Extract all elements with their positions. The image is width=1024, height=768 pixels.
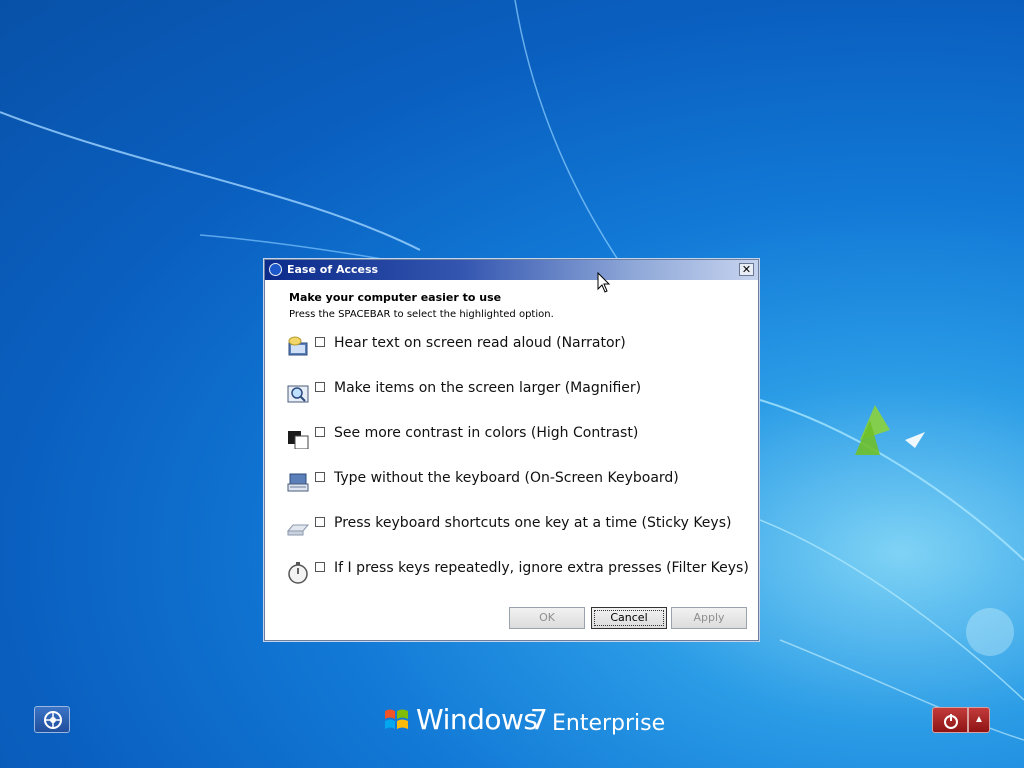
ok-button[interactable]: OK [509,607,585,629]
option-sticky-keys[interactable]: Press keyboard shortcuts one key at a ti… [287,515,747,551]
arrow-up-icon: ▲ [974,714,984,725]
power-icon [944,714,958,729]
shutdown-options-button[interactable]: ▲ [968,707,990,733]
sticky-keys-icon [287,524,309,536]
windows-flag-icon [385,709,408,729]
shutdown-button[interactable] [932,707,968,733]
ease-of-access-button[interactable] [34,706,70,733]
high-contrast-icon [288,431,309,449]
ease-of-access-icon [44,711,62,729]
windows-edition-text: Enterprise [552,711,666,736]
option-on-screen-keyboard[interactable]: Type without the keyboard (On-Screen Key… [287,470,747,506]
ease-of-access-icon [269,263,282,276]
option-label: Make items on the screen larger (Magnifi… [334,380,642,396]
ease-of-access-dialog: Ease of Access ✕ Make your computer easi… [264,259,759,641]
window-title: Ease of Access [287,263,379,276]
option-magnifier[interactable]: Make items on the screen larger (Magnifi… [287,380,747,416]
high-contrast-checkbox[interactable] [315,427,325,437]
mouse-cursor-icon [597,272,611,293]
dialog-instructions: Press the SPACEBAR to select the highlig… [289,309,554,320]
windows-brand-text: Windows [416,703,538,736]
close-button[interactable]: ✕ [739,263,754,276]
magnifier-icon [287,385,309,403]
on-screen-keyboard-checkbox[interactable] [315,472,325,482]
desktop-background: Ease of Access ✕ Make your computer easi… [0,0,1024,768]
windows-version-text: 7 [530,703,548,736]
narrator-icon [288,336,308,356]
option-high-contrast[interactable]: See more contrast in colors (High Contra… [287,425,747,461]
filter-keys-checkbox[interactable] [315,562,325,572]
dialog-heading: Make your computer easier to use [289,291,502,304]
option-label: Type without the keyboard (On-Screen Key… [334,470,679,486]
sticky-keys-checkbox[interactable] [315,517,325,527]
title-bar[interactable]: Ease of Access ✕ [265,260,758,280]
option-label: If I press keys repeatedly, ignore extra… [334,560,749,576]
cancel-button[interactable]: Cancel [591,607,667,629]
option-narrator[interactable]: Hear text on screen read aloud (Narrator… [287,335,747,371]
on-screen-keyboard-icon [287,473,309,492]
magnifier-checkbox[interactable] [315,382,325,392]
option-label: See more contrast in colors (High Contra… [334,425,639,441]
narrator-checkbox[interactable] [315,337,325,347]
option-label: Hear text on screen read aloud (Narrator… [334,335,626,351]
option-label: Press keyboard shortcuts one key at a ti… [334,515,732,531]
filter-keys-icon [288,562,308,584]
option-filter-keys[interactable]: If I press keys repeatedly, ignore extra… [287,560,749,596]
apply-button[interactable]: Apply [671,607,747,629]
